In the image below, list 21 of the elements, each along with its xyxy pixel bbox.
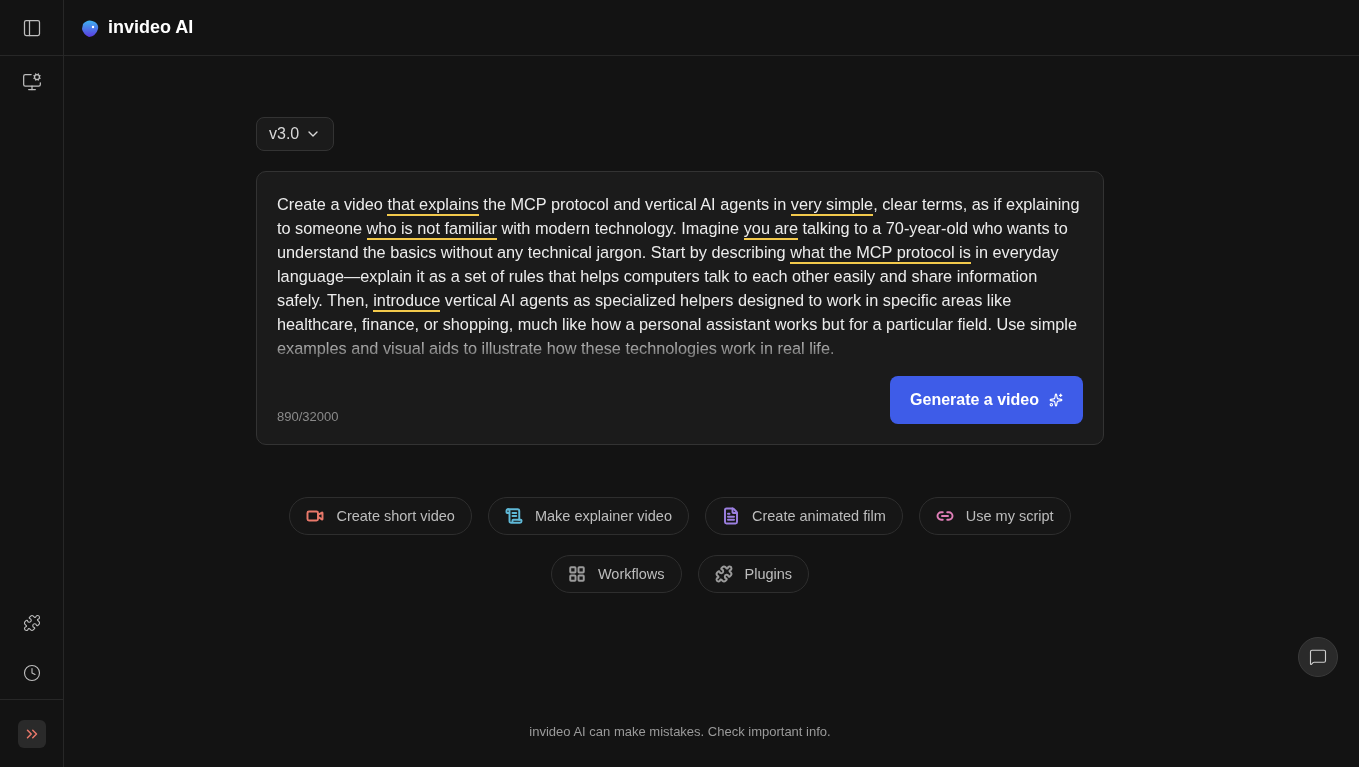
prompt-text[interactable]: Create a video that explains the MCP protocol and vertical AI agents in very simple, clear terms, as if explaining to someone who is not familiar with modern technology. Imagine you are talking to a 70-year-old who wants to understand the basics without any technical jargon. Start by describing what the MCP protocol is in everyday language—explain it as a set of rules that helps computers talk to each other easily and share information safely. Then, introduce vertical AI agents as specialized helpers designed to work in specific areas like healthcare, finance, or shopping, much like how a personal assistant works but for a particular field. Use simple examples and visual aids to illustrate how these technologies work in real life.	[277, 192, 1083, 360]
logo-icon	[80, 17, 100, 38]
generate-button[interactable]: Generate a video	[890, 376, 1083, 424]
sidebar-toggle-icon[interactable]	[21, 17, 42, 38]
suggestion-chip[interactable]: Create short video	[289, 497, 472, 535]
disclaimer-text: invideo AI can make mistakes. Check important info.	[528, 724, 832, 739]
monitor-icon[interactable]	[21, 72, 42, 92]
chat-bubble-icon	[1309, 648, 1327, 666]
suggestion-chip[interactable]: Plugins	[697, 555, 810, 593]
character-counter: 890/32000	[277, 409, 339, 424]
suggestion-chip[interactable]: Make explainer video	[487, 497, 689, 535]
version-dropdown[interactable]: v3.0	[256, 117, 335, 151]
suggestion-chip[interactable]: Use my script	[918, 497, 1071, 535]
sparkle-icon	[1049, 393, 1063, 407]
suggestion-chip[interactable]: Create animated film	[704, 497, 903, 535]
suggestion-chip[interactable]: Workflows	[550, 555, 682, 593]
chat-button[interactable]	[1298, 637, 1338, 677]
brand-name: invideo AI	[108, 17, 194, 38]
puzzle-icon[interactable]	[22, 614, 41, 632]
clock-icon[interactable]	[22, 664, 41, 682]
expand-button[interactable]	[17, 719, 46, 748]
